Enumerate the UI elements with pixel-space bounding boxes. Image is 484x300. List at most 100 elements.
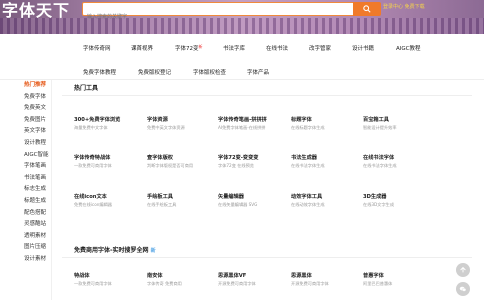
nav-sub-3[interactable]: 字体版权检查 [193,68,226,76]
sidebar-item[interactable]: 配色搭配 [0,208,51,220]
tool-card-title: 在线书法字体 [363,155,395,161]
section-title-text: 免费商用字体-实时搜罗全网 [74,247,149,254]
top-links[interactable]: 登录中心 免费下载 [383,3,425,10]
tool-card[interactable]: 字体传奇特战体 一款免费可商用字体 [74,154,144,169]
tool-card-desc: 智能设计提升效率 [363,125,397,130]
tool-card-title: 字体传奇特战体 [74,155,111,161]
sidebar-item[interactable]: 标题生成 [0,196,51,208]
sidebar-item[interactable]: 免费英文 [0,103,51,115]
tool-card-desc: 在线标题字体生成 [291,125,325,130]
sidebar-item[interactable]: 透明素材 [0,231,51,243]
font-card-desc: 一款免费可商用字体 [74,281,112,286]
nav-item-3-label: 字体72变 [175,46,199,52]
sidebar-item[interactable]: 设计素材 [0,254,51,266]
tool-card-title: 字体72变-变变变 [218,155,259,161]
main-content: 热门工具 300+免费字体浏览 海量免费中文字体 字体资源 免费中英文字体资源 字体… [62,82,472,300]
tool-card-desc: 海量免费中文字体 [74,125,108,130]
nav-item-6[interactable]: 改字管家 [309,44,331,52]
hot-tools-grid: 300+免费字体浏览 海量免费中文字体 字体资源 免费中英文字体资源 字体传奇笔画-… [62,96,472,244]
tool-card[interactable]: 在线书法字体 在线书法字体生成 [363,154,433,169]
tool-card-title: 标题字体 [291,117,312,123]
tool-card-desc: 一款免费可商用字体 [74,163,112,168]
arrow-up-icon [460,266,466,273]
hot-badge: 新 [198,44,203,49]
tool-card-desc: 判断字体版权是否可商用 [147,163,194,168]
search-input[interactable] [83,11,353,23]
tool-card-desc: 免费在线icon编辑器 [74,202,112,207]
sidebar-item[interactable]: 标志生成 [0,184,51,196]
tool-card[interactable]: 百宝箱工具智能设计提升效率 [363,116,433,131]
font-card-desc: 开源免费可商用字体 [218,281,256,286]
font-card-title: 南安体 [147,273,163,279]
wechat-icon [459,286,467,292]
tool-card[interactable]: 动效字体工具 在线动效字体生成 [291,193,361,208]
section-title-text: 热门工具 [74,85,99,92]
tool-card-title: 300+免费字体浏览 [74,117,121,123]
font-card-title: 思源黑体VF [218,273,247,279]
sidebar-item[interactable]: 热门推荐 [0,80,51,92]
tool-card-title: 3D生成器 [363,194,387,200]
tool-card-title: 矢量编辑器 [218,194,244,200]
tool-card[interactable]: 3D生成器 在线3D文字生成 [363,193,433,208]
tool-card-title: 在线icon文本 [74,194,107,200]
nav-item-5[interactable]: 在线书法 [266,44,288,52]
sidebar-item[interactable]: 英文字体 [0,126,51,138]
sidebar-item[interactable]: 字体笔画 [0,161,51,173]
tool-card[interactable]: 300+免费字体浏览 海量免费中文字体 [74,116,144,131]
tool-card-title: 手绘板工具 [147,194,173,200]
sidebar-item[interactable]: 免费字体 [0,92,51,104]
tool-card[interactable]: 书法生成器 在线书法字体生成 [291,154,361,169]
nav-item-1[interactable]: 字体传奇网 [83,44,111,52]
tool-card[interactable]: 字体传奇笔画-拼拼拼 AI免费字体笔画-在线拼拼 [218,116,288,131]
nav-sub-4[interactable]: 字体产品 [247,68,269,76]
tool-card[interactable]: 字体资源 免费中英文字体资源 [147,116,217,131]
sidebar-item[interactable]: AIGC智能 [0,150,51,162]
tool-card-title: 书法生成器 [291,155,317,161]
tool-card-desc: 免费中英文字体资源 [147,125,185,130]
font-card-title: 普惠字体 [363,273,384,279]
wechat-button[interactable] [456,282,470,296]
sidebar-item[interactable]: 灵感酷站 [0,219,51,231]
nav-item-3[interactable]: 字体72变新 [175,44,203,52]
font-card[interactable]: 普惠字体 阿里巴巴普惠体 [363,272,433,287]
search-box[interactable] [82,2,381,23]
tool-card-title: 字体传奇笔画-拼拼拼 [218,117,267,123]
nav-item-7[interactable]: 设计书籍 [352,44,374,52]
site-logo[interactable]: 字体天下 [2,0,70,21]
new-badge: 新 [150,248,156,254]
font-card-title: 思源黑体 [291,273,312,279]
tool-card-title: 百宝箱工具 [363,117,389,123]
font-card[interactable]: 思源黑体开源免费可商用字体 [291,272,361,287]
tool-card[interactable]: 标题字体在线标题字体生成 [291,116,361,131]
sidebar-item[interactable]: 书法笔画 [0,173,51,185]
back-to-top-button[interactable] [456,263,470,277]
tool-card-desc: 在线动效字体生成 [291,202,325,207]
nav-item-2[interactable]: 课首视界 [131,44,153,52]
sidebar-item[interactable]: 图片压缩 [0,242,51,254]
tool-card[interactable]: 手绘板工具在线手绘板工具 [147,193,217,208]
font-card-desc: 开源免费可商用字体 [291,281,329,286]
nav-item-4[interactable]: 书法字库 [223,44,245,52]
sidebar: 热门推荐 免费字体 免费英文 免费图片 英文字体 设计教程 AIGC智能 字体笔… [0,80,52,300]
tool-card-desc: 在线书法字体生成 [363,163,397,168]
tool-card[interactable]: 在线icon文本 免费在线icon编辑器 [74,193,144,208]
tool-card-title: 查字体版权 [147,155,173,161]
main-nav: 字体传奇网 课首视界 字体72变新 书法字库 在线书法 改字管家 设计书籍 AI… [0,34,484,80]
font-card-title: 特战体 [74,273,90,279]
tool-card-desc: 在线手绘板工具 [147,202,177,207]
tool-card[interactable]: 查字体版权判断字体版权是否可商用 [147,154,217,169]
search-button[interactable] [353,2,381,16]
tool-card[interactable]: 字体72变-变变变 字体72变 在线预览 [218,154,288,169]
sidebar-item[interactable]: 设计教程 [0,138,51,150]
tool-card[interactable]: 矢量编辑器 在线矢量编辑器 SVG [218,193,288,208]
tool-card-desc: 字体72变 在线预览 [218,163,254,168]
font-card[interactable]: 思源黑体VF 开源免费可商用字体 [218,272,288,287]
tool-card-title: 动效字体工具 [291,194,323,200]
sidebar-item[interactable]: 免费图片 [0,115,51,127]
nav-sub-1[interactable]: 免费字体教程 [83,68,116,76]
nav-item-8[interactable]: AIGC教程 [396,44,421,52]
search-icon [363,5,371,13]
nav-sub-2[interactable]: 免费版权登记 [138,68,171,76]
font-card[interactable]: 南安体 字体传奇 免费商用 [147,272,217,287]
font-card[interactable]: 特战体一款免费可商用字体 [74,272,144,287]
